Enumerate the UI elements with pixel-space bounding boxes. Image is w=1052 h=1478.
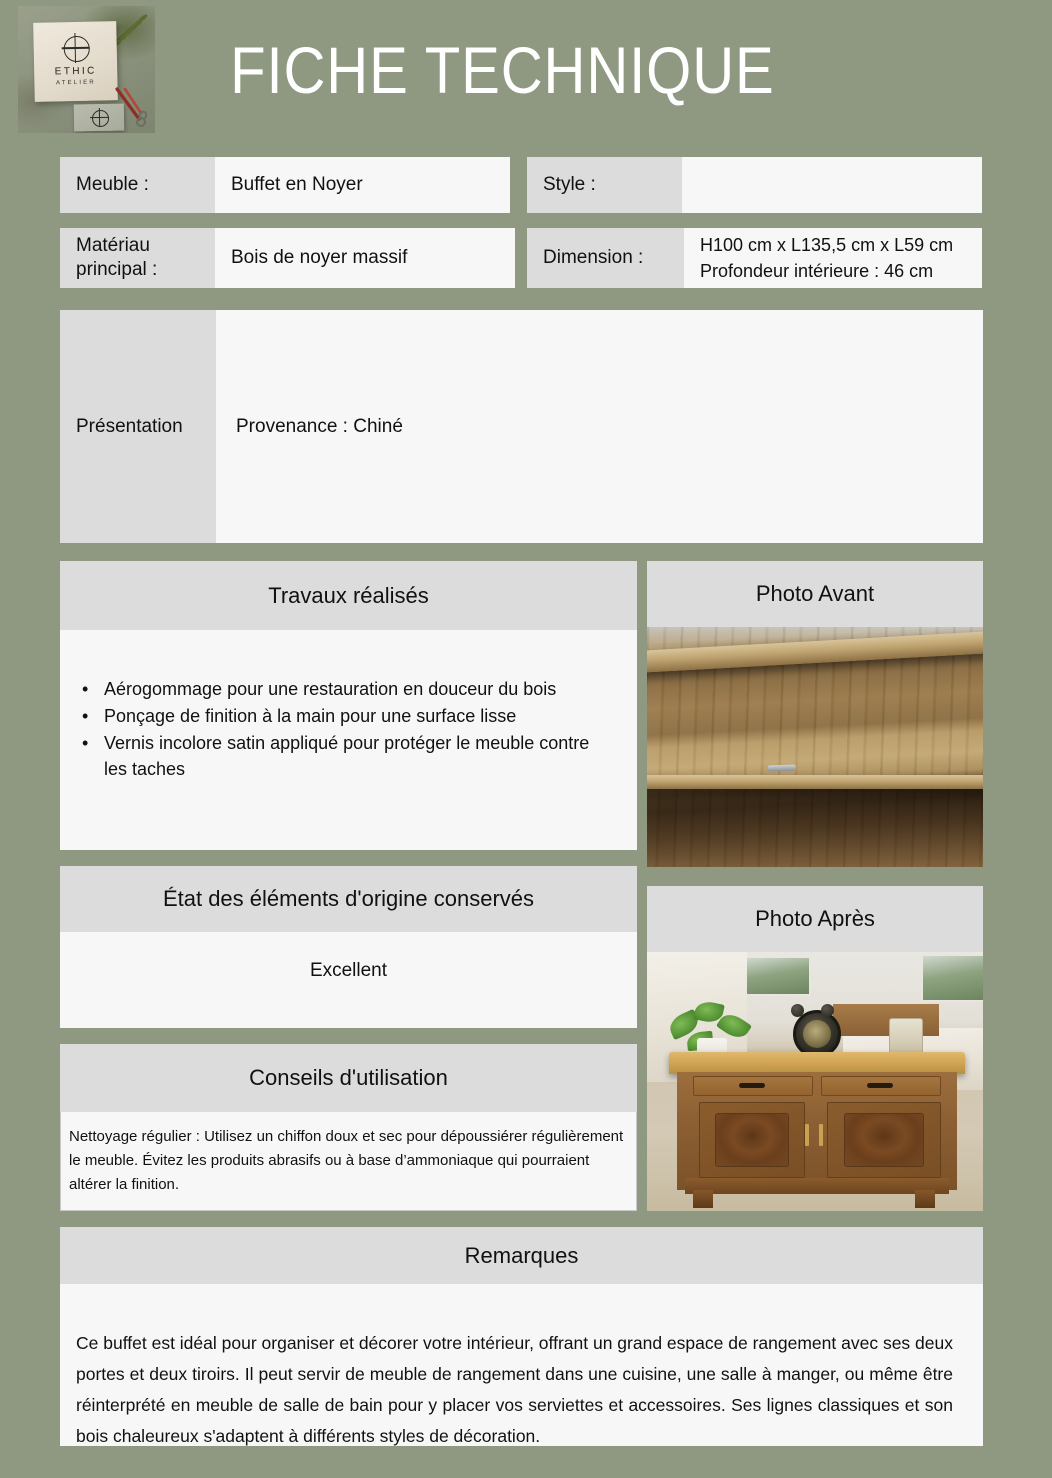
photo-apres-window-left [745,956,811,996]
presentation-value[interactable]: Provenance : Chiné [216,310,983,543]
section-conseils: Conseils d'utilisation Nettoyage régulie… [60,1044,637,1211]
photo-apres-background-furniture [833,1004,939,1036]
photo-apres-buffet-apron [685,1178,949,1194]
field-materiau-label: Matériau principal : [60,228,215,288]
section-etat: État des éléments d'origine conservés Ex… [60,866,637,1028]
remarques-body: Ce buffet est idéal pour organiser et dé… [60,1284,983,1446]
conseils-title: Conseils d'utilisation [60,1044,637,1112]
section-photo-avant: Photo Avant [647,561,983,867]
photo-apres-burl-panel [714,1113,790,1167]
photo-apres-key-escutcheon [805,1124,809,1146]
conseils-text: Nettoyage régulier : Utilisez un chiffon… [69,1128,624,1193]
field-dimension: Dimension : H100 cm x L135,5 cm x L59 cm… [527,228,982,288]
field-meuble: Meuble : Buffet en Noyer [60,157,510,213]
photo-apres-buffet-top [669,1052,965,1074]
logo-brand-subtext: ATELIER [55,79,96,87]
field-materiau-value[interactable]: Bois de noyer massif [215,228,515,288]
photo-apres-clock-bell [821,1004,834,1017]
photo-apres-clock-face [802,1019,832,1049]
page-title: FICHE TECHNIQUE [230,33,775,107]
etat-body: Excellent [60,932,637,1028]
section-presentation: Présentation Provenance : Chiné [60,310,983,543]
photo-apres-drawer-handle [867,1083,893,1088]
field-dimension-line1: H100 cm x L135,5 cm x L59 cm [700,235,954,255]
page-header: ETHIC ATELIER FICHE TECHNIQUE [0,0,1052,140]
photo-avant-title: Photo Avant [647,561,983,627]
presentation-label: Présentation [60,310,216,543]
etat-title: État des éléments d'origine conservés [60,866,637,932]
photo-avant-image [647,627,983,867]
conseils-body: Nettoyage régulier : Utilisez un chiffon… [60,1112,637,1211]
photo-apres-burl-panel [843,1113,925,1167]
section-travaux: Travaux réalisés Aérogommage pour une re… [60,561,637,850]
photo-apres-clock-bell [791,1004,804,1017]
photo-apres-foot-left [693,1190,713,1208]
etat-value[interactable]: Excellent [60,960,637,982]
list-item: Vernis incolore satin appliqué pour prot… [82,730,617,782]
photo-apres-key-escutcheon [819,1124,823,1146]
remarques-text: Ce buffet est idéal pour organiser et dé… [76,1333,953,1446]
field-style: Style : [527,157,982,213]
logo-brand-text: ETHIC [54,65,97,78]
scissors-decoration-icon [115,87,147,127]
travaux-body: Aérogommage pour une restauration en dou… [60,630,637,850]
travaux-title: Travaux réalisés [60,561,637,630]
field-dimension-line2: Profondeur intérieure : 46 cm [700,261,934,281]
list-item: Aérogommage pour une restauration en dou… [82,676,617,702]
remarques-title: Remarques [60,1227,983,1284]
brand-logo-image: ETHIC ATELIER [18,6,155,133]
photo-avant-metal-clip [767,764,797,772]
field-materiau: Matériau principal : Bois de noyer massi… [60,228,515,288]
photo-apres-title: Photo Après [647,886,983,952]
ethic-monogram-small-icon [89,107,110,128]
photo-avant-mid-shelf-edge [647,775,983,789]
photo-apres-door-left [699,1102,805,1178]
field-meuble-value[interactable]: Buffet en Noyer [215,157,510,213]
logo-card-front: ETHIC ATELIER [33,21,118,102]
field-dimension-label: Dimension : [527,228,684,288]
photo-apres-foot-right [915,1190,935,1208]
travaux-list: Aérogommage pour une restauration en dou… [60,676,637,782]
field-meuble-label: Meuble : [60,157,215,213]
photo-apres-window-right [921,954,983,1002]
field-style-value[interactable] [682,157,982,213]
photo-apres-door-right [827,1102,941,1178]
ethic-monogram-icon [60,32,91,64]
photo-apres-alarm-clock [793,1010,841,1058]
field-dimension-value[interactable]: H100 cm x L135,5 cm x L59 cm Profondeur … [684,228,982,288]
field-style-label: Style : [527,157,682,213]
list-item: Ponçage de finition à la main pour une s… [82,703,617,729]
section-remarques: Remarques Ce buffet est idéal pour organ… [60,1227,983,1446]
photo-avant-lower-shadow [647,789,983,867]
photo-apres-image [647,952,983,1211]
photo-apres-drawer-handle [739,1083,765,1088]
section-photo-apres: Photo Après [647,886,983,1211]
